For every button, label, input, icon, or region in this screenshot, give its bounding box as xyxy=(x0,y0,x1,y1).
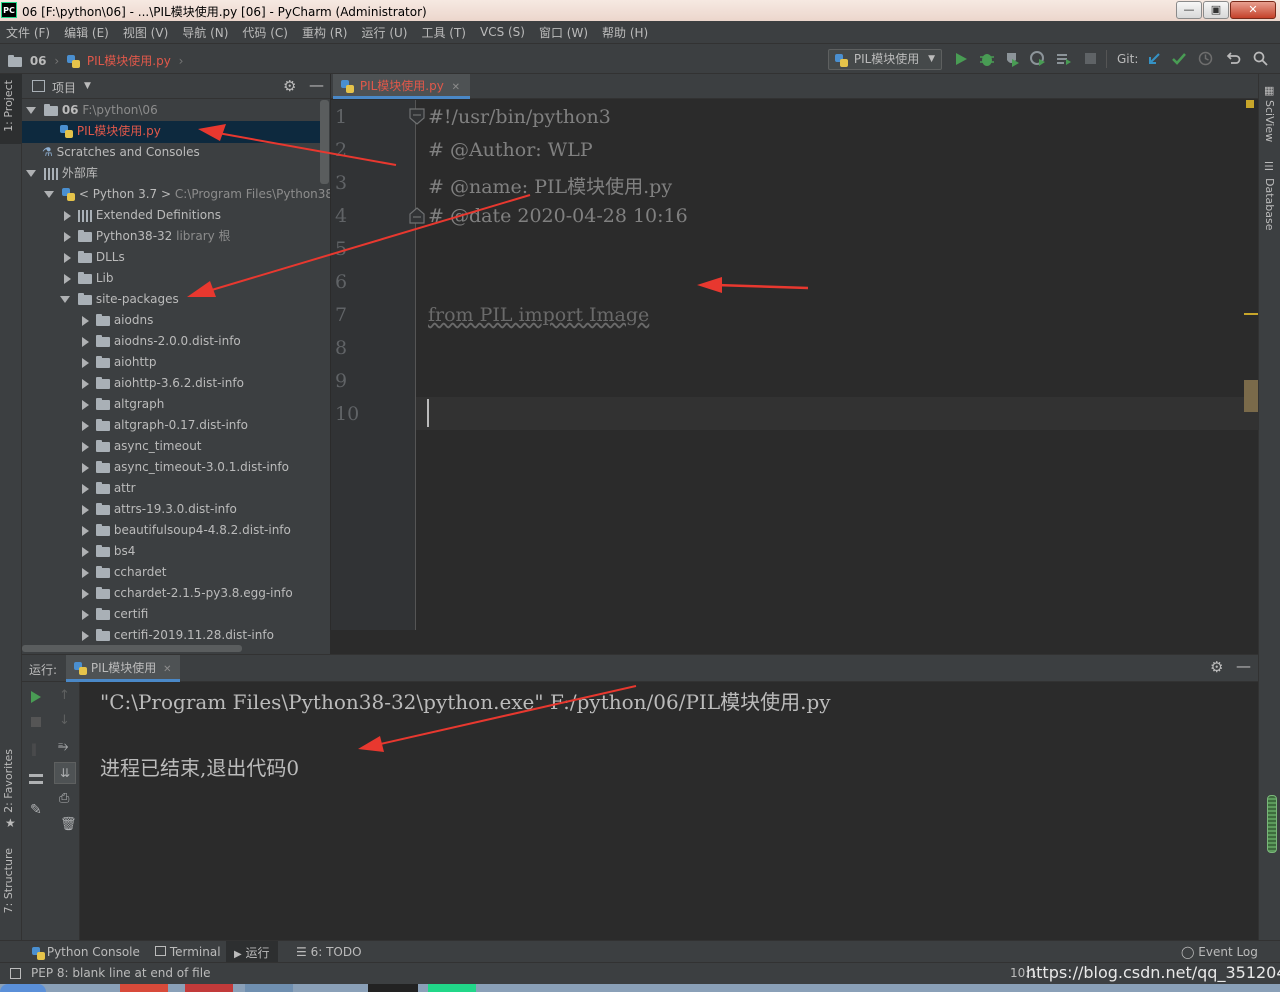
annotation-layer xyxy=(187,124,809,752)
annotation-arrow xyxy=(358,685,637,752)
annotation-arrow xyxy=(187,194,531,297)
annotation-arrow xyxy=(697,277,809,293)
annotation-arrow xyxy=(198,124,397,166)
